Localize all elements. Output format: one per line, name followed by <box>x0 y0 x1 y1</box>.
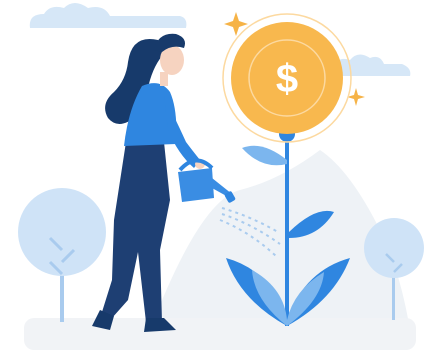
neck <box>160 72 168 86</box>
sparkle-icon <box>224 12 248 36</box>
pants <box>102 142 170 322</box>
dollar-coin: $ <box>222 13 352 143</box>
dollar-sign-icon: $ <box>276 57 298 101</box>
ground <box>24 318 416 350</box>
tree-left <box>18 188 106 322</box>
illustration-canvas: $ <box>0 0 426 356</box>
plant-leaf <box>242 145 287 166</box>
watering-can <box>178 158 236 203</box>
money-plant-illustration: $ <box>18 3 424 350</box>
cloud-left <box>29 3 187 28</box>
